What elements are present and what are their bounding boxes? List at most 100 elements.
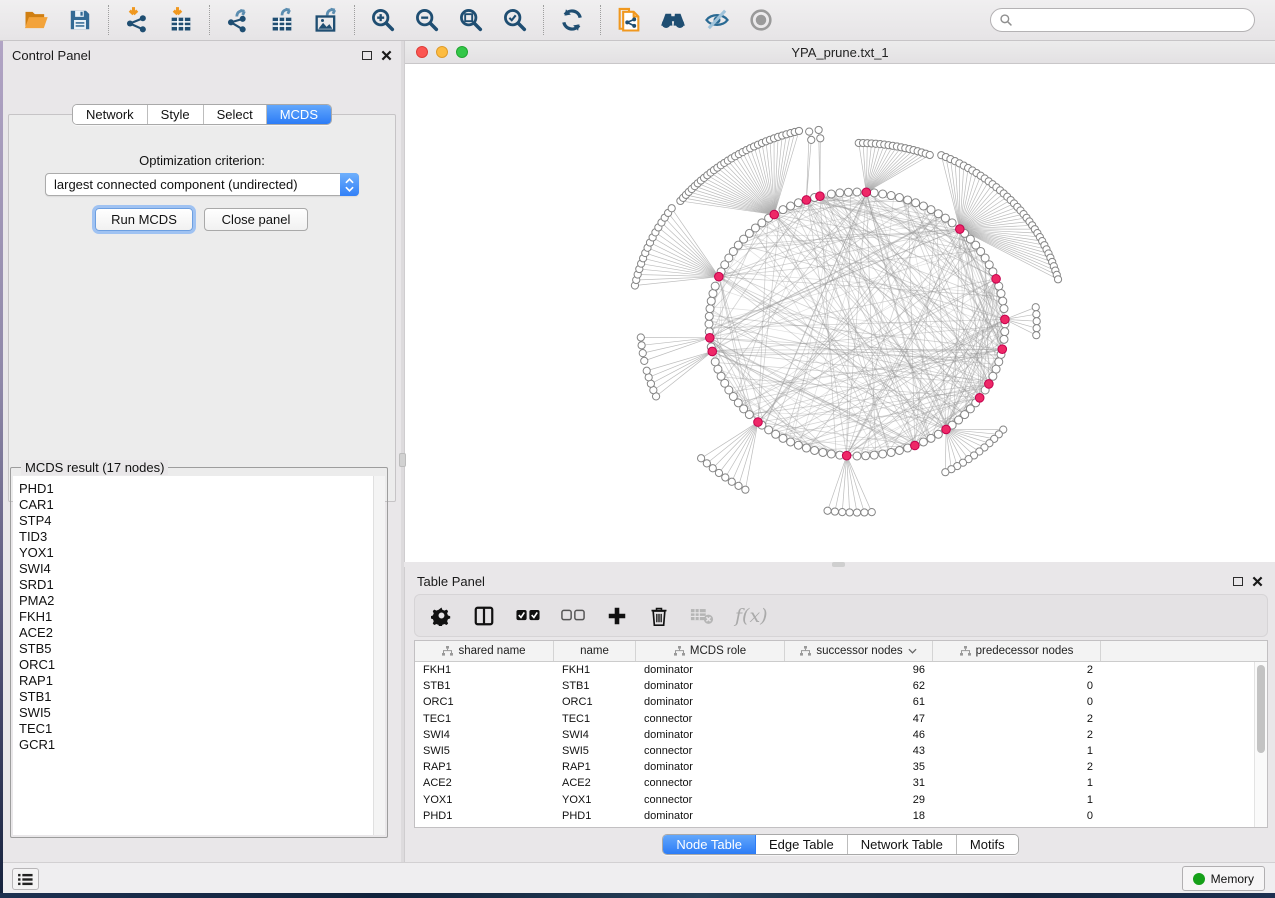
float-panel-icon[interactable] <box>362 51 372 60</box>
mcds-list-scrollbar[interactable] <box>373 476 385 835</box>
search-network-icon[interactable] <box>658 5 688 35</box>
splitter-grip[interactable] <box>399 453 406 467</box>
network-node[interactable] <box>827 450 835 458</box>
cell-MCDS-role[interactable]: connector <box>636 745 785 757</box>
mcds-result-item[interactable]: STP4 <box>19 513 373 529</box>
column-header-name[interactable]: name <box>554 641 636 661</box>
zoom-fit-icon[interactable] <box>456 5 486 35</box>
network-hub-node[interactable] <box>1001 315 1010 324</box>
mcds-result-item[interactable]: TID3 <box>19 529 373 545</box>
cell-name[interactable]: FKH1 <box>554 664 636 676</box>
network-node[interactable] <box>927 206 935 214</box>
network-node[interactable] <box>895 194 903 202</box>
mcds-result-item[interactable]: SWI5 <box>19 705 373 721</box>
task-history-button[interactable] <box>12 868 39 890</box>
network-hub-node[interactable] <box>708 347 717 356</box>
network-hub-node[interactable] <box>942 425 951 434</box>
network-hub-node[interactable] <box>985 380 994 389</box>
close-panel-icon[interactable] <box>1252 576 1263 587</box>
network-node[interactable] <box>819 448 827 456</box>
network-node[interactable] <box>705 320 713 328</box>
network-hub-node[interactable] <box>715 272 724 281</box>
window-zoom-icon[interactable] <box>456 46 468 58</box>
cell-predecessor-nodes[interactable]: 0 <box>933 680 1101 692</box>
network-node[interactable] <box>989 372 997 380</box>
network-node[interactable] <box>711 358 719 366</box>
add-column-icon[interactable] <box>606 605 628 627</box>
network-node[interactable] <box>853 452 861 460</box>
network-node[interactable] <box>927 434 935 442</box>
sort-chevron-icon[interactable] <box>908 648 917 654</box>
network-node[interactable] <box>934 430 942 438</box>
network-node[interactable] <box>853 509 860 516</box>
tab-style[interactable]: Style <box>148 105 204 124</box>
mcds-result-item[interactable]: ORC1 <box>19 657 373 673</box>
network-hub-node[interactable] <box>706 333 715 342</box>
tab-network-table[interactable]: Network Table <box>848 835 957 854</box>
mcds-result-item[interactable]: ACE2 <box>19 625 373 641</box>
network-node[interactable] <box>853 188 861 196</box>
network-node[interactable] <box>919 202 927 210</box>
network-hub-node[interactable] <box>770 210 779 219</box>
network-node[interactable] <box>1033 332 1040 339</box>
settings-gear-icon[interactable] <box>431 605 452 626</box>
zoom-in-icon[interactable] <box>368 5 398 35</box>
network-node[interactable] <box>811 446 819 454</box>
cell-MCDS-role[interactable]: dominator <box>636 680 785 692</box>
network-hub-node[interactable] <box>754 418 763 427</box>
network-node[interactable] <box>735 482 742 489</box>
network-node[interactable] <box>1054 276 1061 283</box>
network-node[interactable] <box>638 342 645 349</box>
cell-predecessor-nodes[interactable]: 0 <box>933 810 1101 822</box>
cell-successor-nodes[interactable]: 96 <box>785 664 933 676</box>
tab-network[interactable]: Network <box>73 105 148 124</box>
tab-mcds[interactable]: MCDS <box>267 105 331 124</box>
export-image-icon[interactable] <box>311 5 341 35</box>
table-row[interactable]: ORC1ORC1dominator610 <box>415 694 1254 710</box>
network-node[interactable] <box>870 189 878 197</box>
import-network-icon[interactable] <box>122 5 152 35</box>
network-node[interactable] <box>1000 335 1008 343</box>
network-node[interactable] <box>817 135 824 142</box>
cell-MCDS-role[interactable]: dominator <box>636 664 785 676</box>
cell-successor-nodes[interactable]: 62 <box>785 680 933 692</box>
network-hub-node[interactable] <box>802 196 811 205</box>
network-node[interactable] <box>637 334 644 341</box>
cell-successor-nodes[interactable]: 47 <box>785 713 933 725</box>
cell-successor-nodes[interactable]: 35 <box>785 761 933 773</box>
cell-MCDS-role[interactable]: connector <box>636 777 785 789</box>
search-input[interactable] <box>1018 12 1246 28</box>
network-node[interactable] <box>904 196 912 204</box>
network-hub-node[interactable] <box>992 275 1001 284</box>
network-node[interactable] <box>703 460 710 467</box>
scrollbar-thumb[interactable] <box>1257 665 1265 753</box>
network-node[interactable] <box>1033 311 1040 318</box>
tab-select[interactable]: Select <box>204 105 267 124</box>
cell-shared-name[interactable]: FKH1 <box>415 664 554 676</box>
network-node[interactable] <box>722 474 729 481</box>
table-scrollbar[interactable] <box>1254 662 1267 827</box>
network-hub-node[interactable] <box>956 225 965 234</box>
network-canvas[interactable] <box>405 64 1275 562</box>
global-search-field[interactable] <box>990 8 1255 32</box>
mcds-result-item[interactable]: YOX1 <box>19 545 373 561</box>
network-node[interactable] <box>926 151 933 158</box>
network-node[interactable] <box>1032 304 1039 311</box>
mcds-result-item[interactable]: PMA2 <box>19 593 373 609</box>
network-node[interactable] <box>772 430 780 438</box>
table-row[interactable]: TEC1TEC1connector472 <box>415 711 1254 727</box>
cell-shared-name[interactable]: RAP1 <box>415 761 554 773</box>
cell-name[interactable]: RAP1 <box>554 761 636 773</box>
table-row[interactable]: ACE2ACE2connector311 <box>415 775 1254 791</box>
tab-edge-table[interactable]: Edge Table <box>756 835 848 854</box>
network-node[interactable] <box>948 219 956 227</box>
network-node[interactable] <box>668 205 675 212</box>
network-node[interactable] <box>831 508 838 515</box>
network-node[interactable] <box>709 290 717 298</box>
cell-successor-nodes[interactable]: 46 <box>785 729 933 741</box>
cell-name[interactable]: SWI4 <box>554 729 636 741</box>
column-layout-icon[interactable] <box>473 605 495 627</box>
save-session-icon[interactable] <box>65 5 95 35</box>
network-node[interactable] <box>862 452 870 460</box>
window-close-icon[interactable] <box>416 46 428 58</box>
